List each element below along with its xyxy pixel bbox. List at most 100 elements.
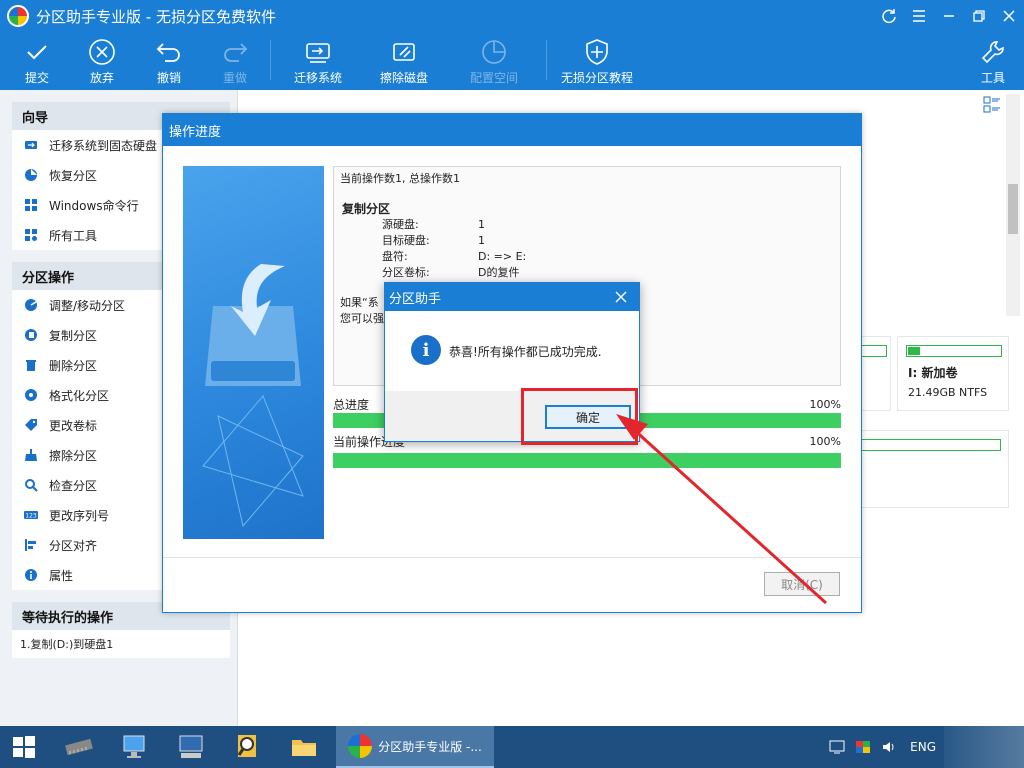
partition-card-i[interactable]: I: 新加卷 21.49GB NTFS	[897, 336, 1009, 411]
current-progress-percent: 100%	[809, 435, 841, 448]
progress-dialog-title: 操作进度	[163, 114, 861, 146]
taskbar-search-tool-icon[interactable]	[226, 726, 268, 768]
log-header: 当前操作数1, 总操作数1	[340, 172, 460, 185]
taskbar-network-icon[interactable]	[114, 726, 156, 768]
taskbar-file-explorer-icon[interactable]	[282, 726, 326, 768]
refresh-icon[interactable]	[874, 0, 904, 32]
toolbar-divider	[546, 40, 547, 80]
start-button[interactable]	[0, 726, 48, 768]
cancel-circle-icon	[88, 38, 116, 66]
migrate-ssd-icon	[24, 138, 38, 152]
wipe-disk-button[interactable]: 擦除磁盘	[378, 32, 430, 90]
taskbar-partition-assistant[interactable]: 分区助手专业版 -...	[336, 726, 494, 768]
window-controls	[874, 0, 1024, 32]
partition-size: 21.49GB NTFS	[908, 386, 988, 399]
color-palette-icon[interactable]	[854, 739, 872, 755]
partition-card-partial[interactable]	[861, 336, 891, 411]
menu-icon[interactable]	[904, 0, 934, 32]
submit-label: 提交	[24, 71, 49, 85]
discard-button[interactable]: 放弃	[85, 32, 119, 90]
wipe-disk-icon	[390, 38, 418, 66]
taskbar-app-label: 分区助手专业版 -...	[378, 739, 482, 754]
current-progress-bar	[333, 453, 841, 468]
migrate-os-icon	[304, 38, 332, 66]
close-icon[interactable]	[611, 287, 631, 307]
log-operation-title: 复制分区	[342, 202, 391, 216]
message-box-title: 分区助手	[389, 291, 442, 307]
recover-partition-icon	[24, 168, 38, 182]
svg-text:123: 123	[25, 513, 37, 520]
volume-icon[interactable]	[880, 739, 898, 755]
sidebar-item-label: 恢复分区	[49, 168, 98, 183]
dialog-divider	[163, 557, 861, 558]
check-partition-icon	[24, 478, 38, 492]
partition-assistant-icon	[348, 734, 373, 758]
serial-number-icon: 123	[24, 508, 38, 522]
minimize-icon[interactable]	[934, 0, 964, 32]
allocate-space-label: 配置空间	[469, 71, 518, 85]
label-tag-icon	[24, 418, 38, 432]
log-detail-row: 源硬盘: 1	[382, 218, 485, 231]
tutorial-button[interactable]: 无损分区教程	[560, 32, 634, 90]
sidebar-item-label: 分区对齐	[49, 538, 98, 553]
log-detail-row: 分区卷标: D的复件	[382, 266, 520, 279]
restore-icon[interactable]	[964, 0, 994, 32]
wipe-partition-icon	[24, 448, 38, 462]
close-icon[interactable]	[994, 0, 1024, 32]
sidebar-item-label: 更改序列号	[49, 508, 110, 523]
all-tools-icon	[24, 228, 38, 242]
allocate-space-button[interactable]: 配置空间	[468, 32, 520, 90]
undo-button[interactable]: 撤销	[152, 32, 186, 90]
vertical-scrollbar[interactable]	[1006, 94, 1020, 316]
undo-label: 撤销	[156, 71, 181, 85]
tools-label: 工具	[980, 71, 1005, 85]
download-tray-icon	[202, 264, 304, 528]
taskbar-computer-icon[interactable]	[170, 726, 212, 768]
window-title: 分区助手专业版 - 无损分区免费软件	[36, 7, 276, 26]
action-center-icon[interactable]	[828, 739, 846, 755]
toolbar: 提交 放弃 撤销 重做 迁移系统 擦除磁盘 配置空间 无损分区教程 工具	[0, 32, 1024, 90]
disk-row-partial[interactable]	[861, 430, 1009, 508]
redo-button[interactable]: 重做	[218, 32, 252, 90]
taskbar-device-manager-icon[interactable]	[58, 726, 100, 768]
redo-label: 重做	[222, 71, 247, 85]
tools-icon	[979, 38, 1007, 66]
allocate-space-icon	[480, 38, 508, 66]
tutorial-label: 无损分区教程	[560, 71, 633, 85]
partition-name: I: 新加卷	[908, 366, 958, 380]
sidebar-item-label: 迁移系统到固态硬盘	[49, 138, 158, 153]
toolbar-divider	[270, 40, 271, 80]
blurred-clock-area	[944, 726, 1024, 768]
submit-button[interactable]: 提交	[20, 32, 54, 90]
system-tray: ENG	[820, 726, 1024, 768]
usage-bar	[906, 345, 1002, 357]
shield-icon	[583, 38, 611, 66]
taskbar: 分区助手专业版 -... ENG	[0, 726, 1024, 768]
wipe-disk-label: 擦除磁盘	[379, 71, 428, 85]
log-detail-row: 目标硬盘: 1	[382, 234, 485, 247]
message-text: 恭喜!所有操作都已成功完成.	[449, 345, 602, 359]
redo-icon	[221, 38, 249, 66]
migrate-os-button[interactable]: 迁移系统	[292, 32, 344, 90]
windows-start-icon	[13, 736, 35, 758]
total-progress-label: 总进度	[333, 398, 370, 412]
sidebar-item-label: 格式化分区	[49, 388, 110, 403]
scrollbar-thumb[interactable]	[1008, 184, 1018, 234]
pending-operation-item[interactable]: 1.复制(D:)到硬盘1	[12, 630, 230, 658]
sidebar-item-label: 属性	[49, 568, 74, 583]
usage-bar	[861, 439, 1001, 451]
sidebar-item-label: Windows命令行	[49, 198, 139, 213]
app-logo-icon	[7, 5, 29, 27]
view-toggle-icon[interactable]	[983, 96, 1003, 116]
tools-button[interactable]: 工具	[976, 32, 1010, 90]
message-box-body: i 恭喜!所有操作都已成功完成.	[385, 311, 639, 391]
discard-label: 放弃	[89, 71, 114, 85]
cancel-button[interactable]: 取消(C)	[764, 572, 840, 596]
title-bar: 分区助手专业版 - 无损分区免费软件	[0, 0, 1024, 32]
sidebar-item-label: 检查分区	[49, 478, 98, 493]
language-indicator[interactable]: ENG	[910, 740, 936, 754]
check-icon	[23, 38, 51, 66]
sidebar-item-label: 更改卷标	[49, 418, 98, 433]
delete-partition-icon	[24, 358, 38, 372]
migrate-os-label: 迁移系统	[293, 71, 342, 85]
